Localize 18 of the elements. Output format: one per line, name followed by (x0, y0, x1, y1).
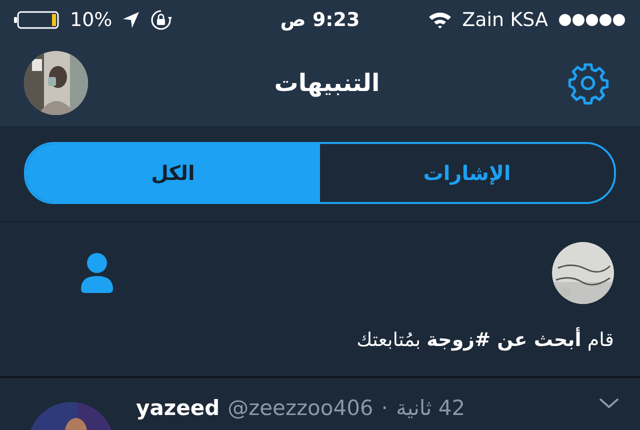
user-handle: @zeezzoo406 (228, 396, 374, 420)
tweet-time: 42 ثانية (396, 396, 466, 420)
wifi-icon (428, 11, 452, 29)
battery-percent: 10% (70, 9, 112, 31)
rotation-lock-icon (150, 9, 172, 31)
clock-time: 9:23 ص (280, 9, 360, 31)
separator-dot: · (381, 396, 388, 420)
signal-dots-icon (558, 13, 626, 27)
chevron-down-icon[interactable] (598, 396, 620, 410)
settings-icon[interactable] (566, 61, 610, 105)
battery-icon (14, 10, 60, 30)
screen-title: التنبيهات (274, 69, 380, 97)
location-arrow-icon (122, 11, 140, 29)
filter-tab[interactable]: الكل (26, 144, 320, 202)
carrier-name: Zain KSA (462, 9, 548, 31)
person-icon (80, 253, 114, 293)
user-name: yazeed (136, 396, 220, 420)
notification-text: قام أبحث عن #زوجة بمُتابعتك (356, 326, 614, 353)
